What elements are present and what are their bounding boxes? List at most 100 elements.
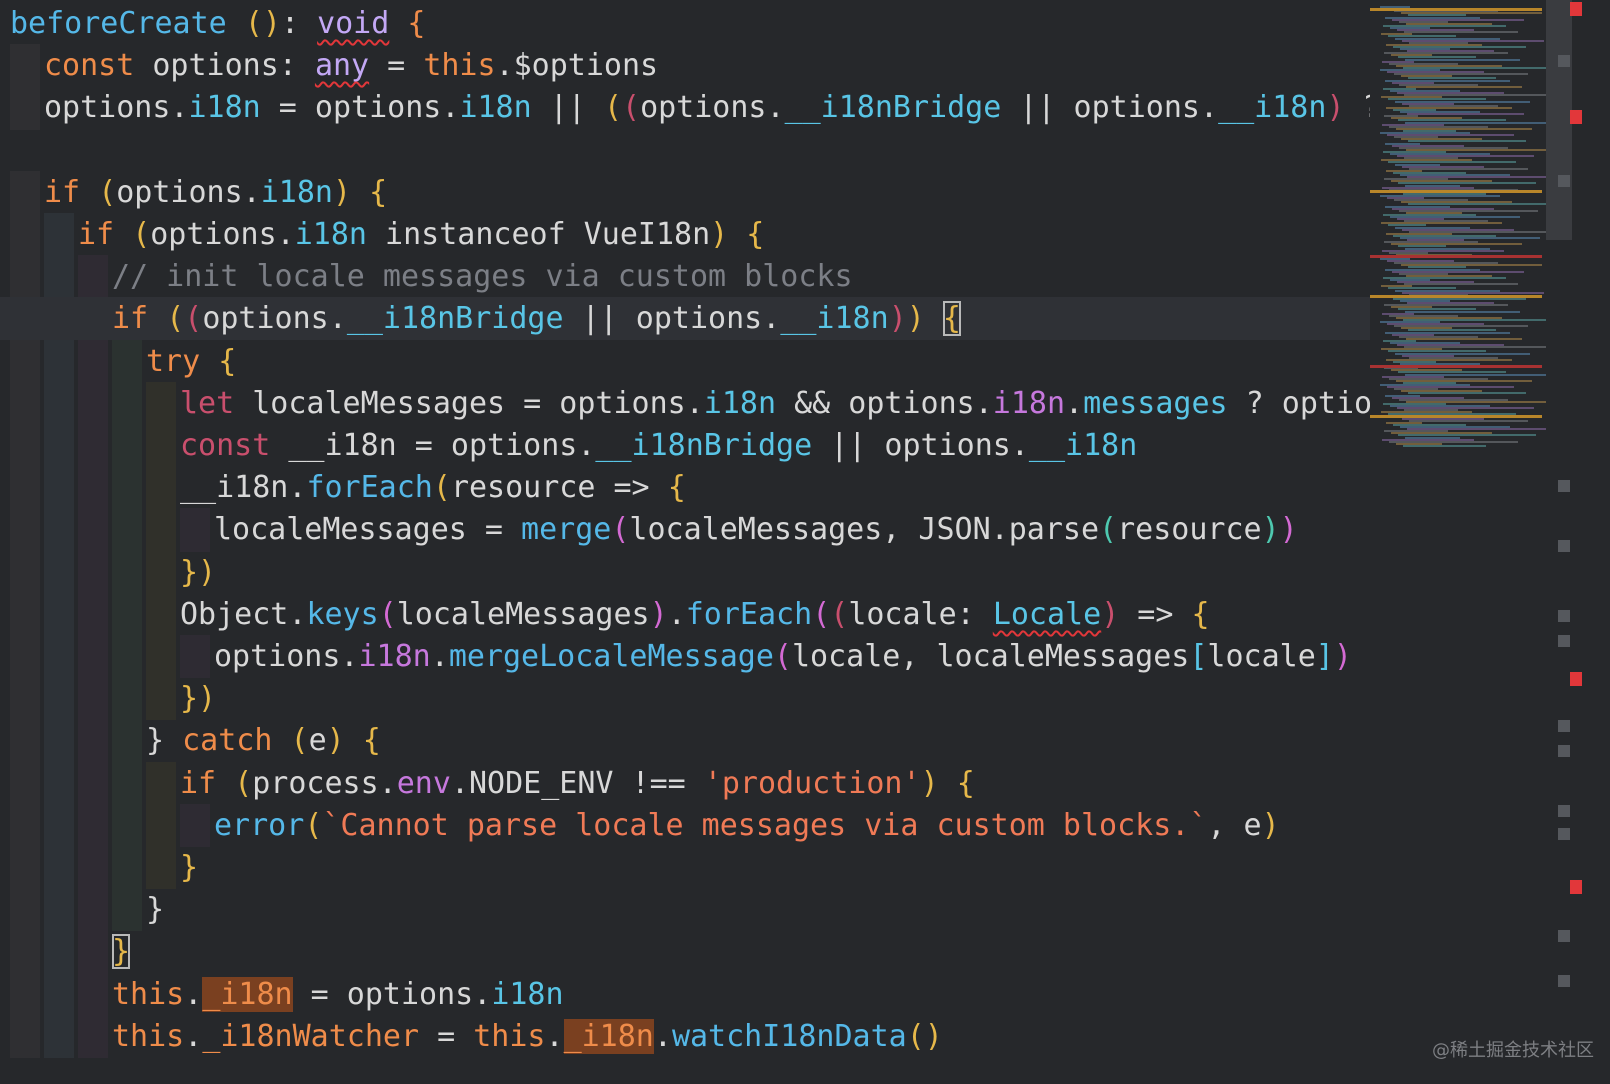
code-token: __i18nBridge [346,301,564,337]
code-token: this [473,1018,546,1054]
code-token: ) [1261,807,1280,843]
code-token: () [906,1018,943,1054]
code-token: keys [306,596,379,632]
code-token: ) [920,765,939,801]
code-line[interactable]: } [0,888,164,931]
code-token: { [956,765,975,801]
code-token: const [180,428,271,463]
scrollbar-marker [1558,720,1570,732]
code-line[interactable]: } [0,846,198,889]
minimap-line [1405,58,1520,61]
code-token: = [369,48,424,84]
code-token: .NODE_ENV !== [450,765,704,801]
code-token: => [1119,596,1192,632]
code-token: ) [1101,596,1120,632]
code-token: __i18n = options. [270,428,596,463]
code-editor[interactable]: beforeCreate (): void {const options: an… [0,0,1370,1084]
minimap[interactable] [1370,0,1558,1084]
code-token: messages [1083,385,1228,421]
minimap-error-highlight [1370,255,1542,258]
code-token: options. [44,90,189,126]
code-token: = options. [292,976,492,1012]
code-token: ( [812,596,831,632]
minimap-line [1406,337,1522,340]
minimap-line [1403,444,1486,447]
code-line[interactable]: if (options.i18n instanceof VueI18n) { [0,213,764,256]
code-line[interactable]: if (process.env.NODE_ENV !== 'production… [0,762,975,805]
code-token: i18n [358,639,431,674]
code-token: try [146,343,201,379]
code-token: ? [1345,90,1370,125]
code-line[interactable]: }) [0,677,216,720]
minimap-line [1404,283,1518,286]
code-token: merge [521,512,612,548]
code-token: 'production' [703,765,921,801]
code-token: _i18n [202,976,293,1012]
code-token: ( [378,596,397,632]
code-token: }) [180,681,217,717]
code-token: resource => [450,470,668,506]
scrollbar-marker [1558,805,1570,817]
code-line[interactable]: const options: any = this.$options [0,44,658,87]
code-token: i18n [188,90,261,126]
code-token: () [244,6,281,41]
code-token: if [180,765,217,801]
code-token: process. [252,765,397,801]
code-line[interactable]: let localeMessages = options.i18n && opt… [0,382,1370,425]
code-line[interactable]: options.i18n.mergeLocaleMessage(locale, … [0,635,1352,678]
code-token: ( [304,807,323,843]
minimap-line [1409,167,1528,170]
vertical-scrollbar[interactable] [1546,0,1610,1084]
code-token: ( [830,596,849,632]
code-token: _i18n [563,1018,654,1054]
code-token: `Cannot parse locale messages via custom… [322,807,1208,843]
code-line[interactable]: if (options.i18n) { [0,171,387,214]
watermark: @稀土掘金技术社区 [1432,1040,1594,1061]
code-token: } [112,934,131,970]
minimap-highlight [1370,190,1542,193]
code-token: Locale [992,596,1102,632]
code-line[interactable]: __i18n.forEach(resource => { [0,466,686,509]
code-line[interactable]: this._i18n = options.i18n [0,973,564,1016]
code-line[interactable]: Object.keys(localeMessages).forEach((loc… [0,593,1210,636]
code-token: __i18nBridge [595,428,813,463]
code-token: ) [906,301,925,337]
code-line[interactable]: error(`Cannot parse locale messages via … [0,804,1280,847]
minimap-line [1404,31,1518,34]
code-line[interactable]: } [0,930,131,973]
code-token: mergeLocaleMessage [448,639,774,674]
code-token: { [942,301,961,337]
code-line[interactable]: options.i18n = options.i18n || ((options… [0,86,1370,129]
code-line[interactable] [0,129,10,172]
code-token: ( [132,217,151,252]
code-token: env [396,765,451,801]
current-code-line[interactable]: if ((options.__i18nBridge || options.__i… [0,297,1370,341]
code-line[interactable]: localeMessages = merge(localeMessages, J… [0,508,1298,551]
code-token: { [218,343,237,379]
minimap-highlight [1370,295,1542,298]
code-token: . [184,1018,203,1054]
code-token: : [280,6,318,41]
code-line[interactable]: const __i18n = options.__i18nBridge || o… [0,424,1137,467]
code-line[interactable]: try { [0,340,236,383]
code-token: this [112,1018,185,1054]
code-line[interactable]: }) [0,551,216,594]
code-token: ) [1333,639,1352,674]
code-line[interactable]: this._i18nWatcher = this._i18n.watchI18n… [0,1015,943,1058]
code-line[interactable]: } catch (e) { [0,719,381,762]
minimap-line [1409,419,1528,422]
code-line[interactable]: beforeCreate (): void { [0,2,425,45]
scrollbar-marker [1558,745,1570,757]
code-token: ( [1099,512,1118,548]
code-token: ( [432,470,451,506]
code-token: ) [1279,512,1298,548]
scrollbar-marker [1558,55,1570,67]
code-token: . [184,976,203,1012]
code-token: . [545,1018,564,1054]
scrollbar-thumb[interactable] [1546,0,1572,240]
code-token: ( [622,90,641,126]
code-line[interactable]: // init locale messages via custom block… [0,255,853,298]
